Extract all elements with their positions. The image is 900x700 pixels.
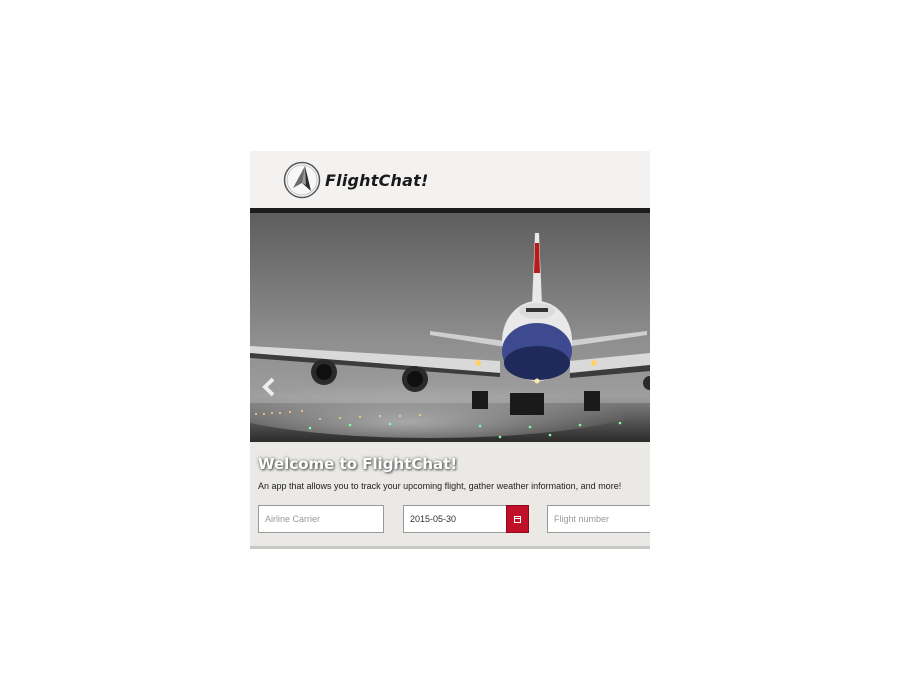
carousel xyxy=(250,213,650,442)
calendar-icon xyxy=(514,516,521,523)
header: FlightChat! xyxy=(250,151,650,208)
chevron-left-icon[interactable] xyxy=(260,376,278,398)
bottom-divider xyxy=(250,546,650,549)
flight-number-input[interactable]: Flight number xyxy=(547,505,650,533)
welcome-description: An app that allows you to track your upc… xyxy=(258,481,622,491)
paper-plane-icon xyxy=(283,161,321,199)
airplane-photo xyxy=(250,213,650,442)
welcome-section: Welcome to FlightChat! An app that allow… xyxy=(250,442,650,546)
welcome-title: Welcome to FlightChat! xyxy=(258,455,458,473)
app-frame: FlightChat! Welcome to FlightChat! An ap… xyxy=(250,151,650,549)
calendar-button[interactable] xyxy=(506,505,529,533)
date-input[interactable]: 2015-05-30 xyxy=(403,505,507,533)
brand-name[interactable]: FlightChat! xyxy=(325,171,428,190)
airline-carrier-input[interactable]: Airline Carrier xyxy=(258,505,384,533)
